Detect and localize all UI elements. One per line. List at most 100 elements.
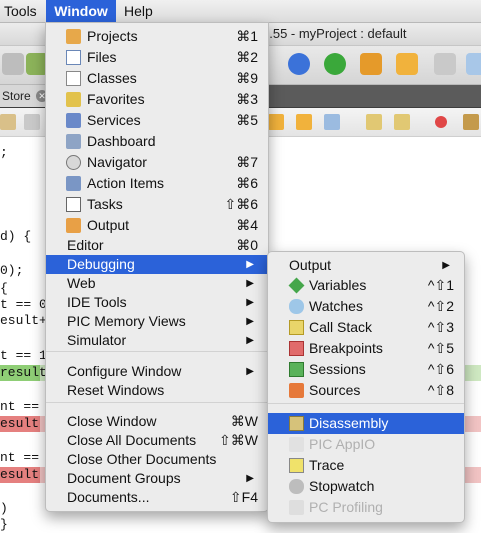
menu-item-debugging[interactable]: Debugging ▶ xyxy=(46,255,268,274)
menu-item-label: Dashboard xyxy=(87,133,156,149)
menu-item-action-items[interactable]: Action Items ⌘6 xyxy=(46,173,268,194)
run-icon[interactable] xyxy=(324,53,346,75)
toggle-highlight-icon[interactable] xyxy=(324,114,340,130)
code-line: result xyxy=(0,365,47,380)
code-line: esult xyxy=(0,416,40,431)
menu-item-classes[interactable]: Classes ⌘9 xyxy=(46,68,268,89)
submenu-item-trace[interactable]: Trace xyxy=(268,455,464,476)
submenu-arrow-icon: ▶ xyxy=(246,316,254,327)
record-macro-icon[interactable] xyxy=(435,116,447,128)
menu-item-web[interactable]: Web ▶ xyxy=(46,274,268,293)
shortcut-label: ⌘9 xyxy=(236,70,258,86)
history-icon[interactable] xyxy=(0,114,16,130)
submenu-item-pic-appio: PIC AppIO xyxy=(268,434,464,455)
menu-item-close-all-documents[interactable]: Close All Documents ⇧⌘W xyxy=(46,431,268,450)
menu-item-navigator[interactable]: Navigator ⌘7 xyxy=(46,152,268,173)
menu-item-label: Simulator xyxy=(67,332,127,348)
menu-item-label: Document Groups xyxy=(67,470,181,486)
menu-item-label: Reset Windows xyxy=(67,382,165,398)
submenu-arrow-icon: ▶ xyxy=(246,335,254,346)
refresh-icon[interactable] xyxy=(288,53,310,75)
menu-item-configure-window[interactable]: Configure Window ▶ xyxy=(46,362,268,381)
code-line: nt == xyxy=(0,399,40,414)
submenu-item-stopwatch[interactable]: Stopwatch xyxy=(268,476,464,497)
window-title: 4.55 - myProject : default xyxy=(262,26,407,41)
menu-item-label: Navigator xyxy=(87,154,147,170)
shortcut-label: ^⇧1 xyxy=(427,277,454,293)
dashboard-icon xyxy=(66,134,81,149)
shortcut-label: ^⇧6 xyxy=(427,361,454,377)
submenu-item-sources[interactable]: Sources ^⇧8 xyxy=(268,380,464,401)
submenu-item-sessions[interactable]: Sessions ^⇧6 xyxy=(268,359,464,380)
menu-tools[interactable]: Tools xyxy=(4,0,37,22)
disassembly-icon xyxy=(289,416,304,431)
toolbar-dropdown-icon[interactable] xyxy=(2,53,24,75)
shift-right-icon[interactable] xyxy=(394,114,410,130)
shortcut-label: ⌘W xyxy=(230,413,258,429)
sessions-icon xyxy=(289,362,304,377)
menu-item-editor[interactable]: Editor ⌘0 xyxy=(46,236,268,255)
sources-icon xyxy=(289,383,304,398)
watches-icon xyxy=(289,299,304,314)
menu-item-label: Debugging xyxy=(67,256,135,272)
submenu-arrow-icon: ▶ xyxy=(246,278,254,289)
menu-item-favorites[interactable]: Favorites ⌘3 xyxy=(46,89,268,110)
shortcut-label: ⌘0 xyxy=(236,237,258,253)
menu-item-tasks[interactable]: Tasks ⇧⌘6 xyxy=(46,194,268,215)
submenu-item-breakpoints[interactable]: Breakpoints ^⇧5 xyxy=(268,338,464,359)
menu-help[interactable]: Help xyxy=(124,0,153,22)
shortcut-label: ⌘6 xyxy=(236,175,258,191)
code-line: nt == xyxy=(0,450,40,465)
menu-item-services[interactable]: Services ⌘5 xyxy=(46,110,268,131)
shift-left-icon[interactable] xyxy=(366,114,382,130)
menu-item-reset-windows[interactable]: Reset Windows xyxy=(46,381,268,400)
menu-item-simulator[interactable]: Simulator ▶ xyxy=(46,331,268,350)
menu-item-label: Disassembly xyxy=(309,415,389,431)
code-line: t == 0 xyxy=(0,297,47,312)
debug-icon[interactable] xyxy=(360,53,382,75)
tab-label: Store xyxy=(2,89,31,103)
menu-item-label: Output xyxy=(289,257,332,273)
tab-store[interactable]: Store ✕ xyxy=(0,85,48,107)
menu-item-label: Classes xyxy=(87,70,137,86)
menu-item-label: Editor xyxy=(67,237,104,253)
submenu-item-watches[interactable]: Watches ^⇧2 xyxy=(268,296,464,317)
code-line: esult+ xyxy=(0,313,47,328)
favorites-icon xyxy=(66,92,81,107)
shortcut-label: ^⇧8 xyxy=(427,382,454,398)
stop-macro-icon[interactable] xyxy=(463,114,479,130)
files-icon xyxy=(66,50,81,65)
shortcut-label: ⌘5 xyxy=(236,112,258,128)
submenu-item-output[interactable]: Output ▶ xyxy=(268,255,464,276)
menu-item-label: PIC AppIO xyxy=(309,436,376,452)
menu-item-label: Close Other Documents xyxy=(67,451,217,467)
menu-item-files[interactable]: Files ⌘2 xyxy=(46,47,268,68)
submenu-item-disassembly[interactable]: Disassembly xyxy=(268,413,464,434)
menu-item-pic-memory-views[interactable]: PIC Memory Views ▶ xyxy=(46,312,268,331)
find-prev-icon[interactable] xyxy=(268,114,284,130)
menu-item-close-window[interactable]: Close Window ⌘W xyxy=(46,412,268,431)
menu-item-output[interactable]: Output ⌘4 xyxy=(46,215,268,236)
menu-item-label: IDE Tools xyxy=(67,294,127,310)
menu-window[interactable]: Window xyxy=(46,0,116,22)
upload-icon[interactable] xyxy=(434,53,456,75)
submenu-arrow-icon: ▶ xyxy=(442,260,450,271)
menu-item-dashboard[interactable]: Dashboard xyxy=(46,131,268,152)
menu-item-label: Output xyxy=(87,217,130,233)
menu-item-projects[interactable]: Projects ⌘1 xyxy=(46,26,268,47)
menu-item-ide-tools[interactable]: IDE Tools ▶ xyxy=(46,293,268,312)
download-icon[interactable] xyxy=(396,53,418,75)
menu-item-documents[interactable]: Documents... ⇧F4 xyxy=(46,488,268,507)
menu-item-document-groups[interactable]: Document Groups ▶ xyxy=(46,469,268,488)
submenu-item-call-stack[interactable]: Call Stack ^⇧3 xyxy=(268,317,464,338)
menu-item-close-other-documents[interactable]: Close Other Documents xyxy=(46,450,268,469)
submenu-item-variables[interactable]: Variables ^⇧1 xyxy=(268,275,464,296)
menu-bar: Tools Window Help xyxy=(0,0,481,23)
projects-icon xyxy=(66,29,81,44)
code-line: { xyxy=(0,281,8,296)
code-line: t == 1 xyxy=(0,348,47,363)
source-icon[interactable] xyxy=(24,114,40,130)
menu-separator xyxy=(46,402,268,403)
program-icon[interactable] xyxy=(466,53,481,75)
find-next-icon[interactable] xyxy=(296,114,312,130)
